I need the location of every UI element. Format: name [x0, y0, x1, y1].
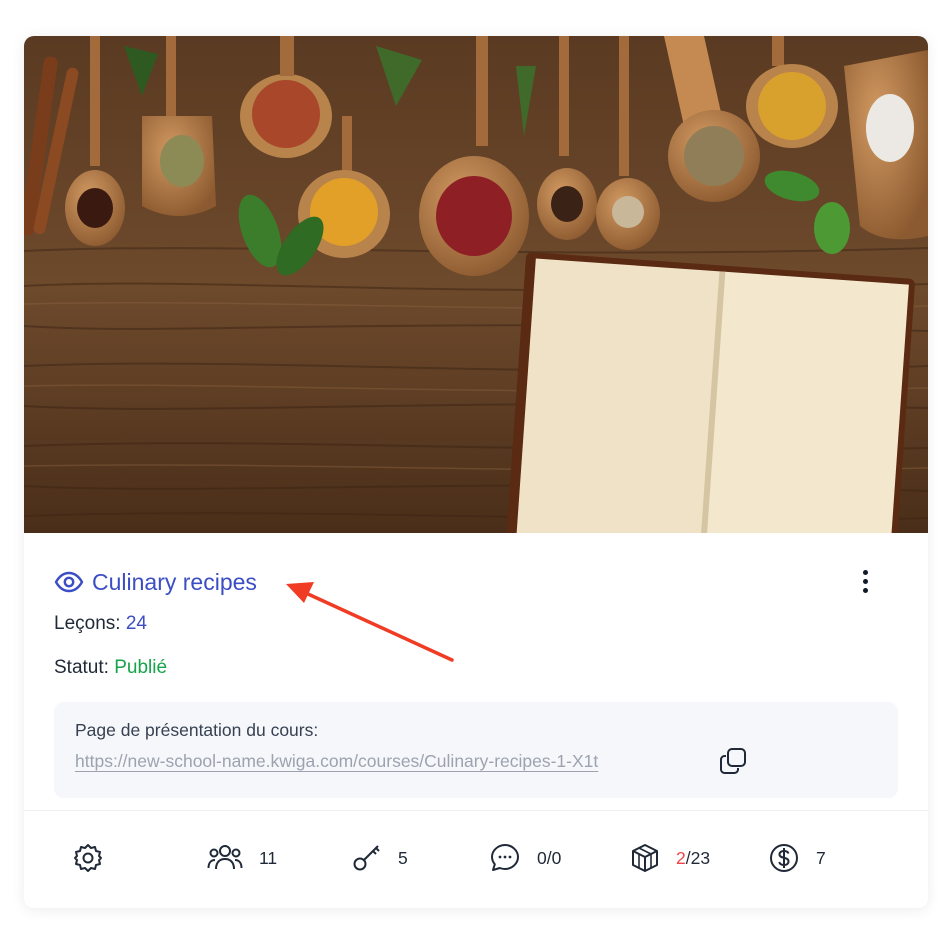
payments-count: 7 [816, 847, 826, 868]
course-title-link[interactable]: Culinary recipes [92, 569, 257, 596]
presentation-page-link[interactable]: https://new-school-name.kwiga.com/course… [75, 751, 697, 772]
lessons-label: Leçons: [54, 613, 121, 634]
lessons-count[interactable]: 24 [126, 613, 147, 634]
settings-stat[interactable] [72, 836, 104, 880]
copy-icon[interactable] [718, 746, 748, 776]
keys-stat[interactable]: 5 [352, 836, 408, 880]
tasks-stat[interactable]: 2/23 [630, 836, 710, 880]
course-card: Culinary recipes Leçons: 24 Statut: Publ… [24, 36, 928, 908]
presentation-page-box: Page de présentation du cours: https://n… [54, 702, 898, 798]
key-icon [352, 842, 382, 874]
card-divider [24, 810, 928, 811]
dollar-icon [768, 842, 800, 874]
payments-stat[interactable]: 7 [768, 836, 826, 880]
course-stats-bar: 11 5 0/0 2/23 7 [24, 836, 928, 880]
cube-icon [630, 842, 660, 874]
chat-icon [489, 842, 521, 874]
tasks-count: 2/23 [676, 848, 710, 869]
tasks-done-count: 2 [676, 847, 686, 868]
students-stat[interactable]: 11 [207, 836, 277, 880]
more-vertical-icon[interactable] [850, 564, 880, 598]
keys-count: 5 [398, 847, 408, 868]
course-cover-image[interactable] [24, 36, 928, 533]
status-row: Statut: Publié [54, 657, 167, 679]
course-title-row: Culinary recipes [54, 566, 257, 598]
users-icon [207, 842, 243, 874]
presentation-page-label: Page de présentation du cours: [75, 720, 319, 740]
lessons-row: Leçons: 24 [54, 613, 147, 635]
status-label: Statut: [54, 657, 109, 678]
tasks-total-count: /23 [685, 847, 711, 868]
eye-icon[interactable] [54, 571, 84, 593]
status-value: Publié [114, 657, 168, 678]
comments-stat[interactable]: 0/0 [489, 836, 561, 880]
students-count: 11 [259, 847, 278, 868]
comments-count: 0/0 [537, 847, 562, 868]
gear-icon[interactable] [72, 842, 104, 874]
